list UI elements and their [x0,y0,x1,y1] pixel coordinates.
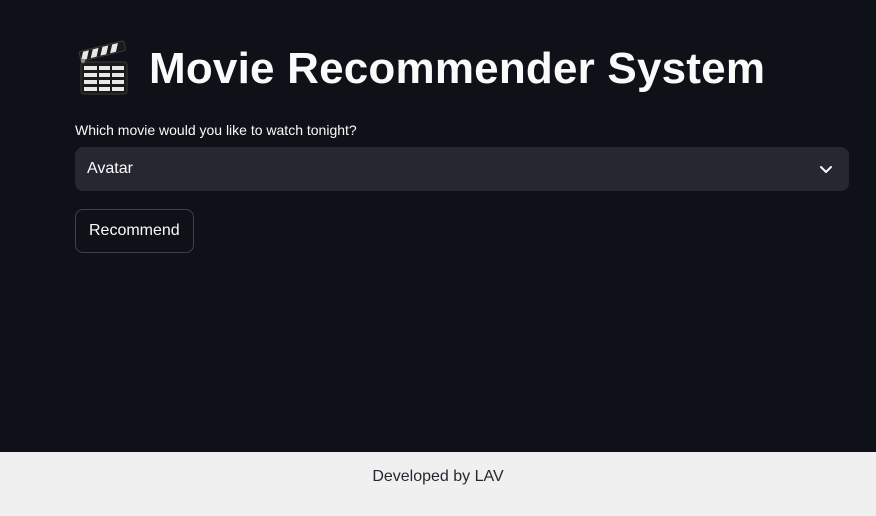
main-app: Movie Recommender System Which movie wou… [0,0,876,452]
footer: Developed by LAV [0,452,876,516]
footer-text: Developed by LAV [372,468,504,485]
movie-select-label: Which movie would you like to watch toni… [75,122,357,138]
clapper-board-icon [78,40,128,95]
recommend-button[interactable]: Recommend [75,209,194,253]
movie-select-value: Avatar [87,160,133,177]
page-header: Movie Recommender System [75,40,765,98]
movie-select[interactable]: Avatar [75,147,849,191]
page-title: Movie Recommender System [149,44,766,93]
chevron-down-icon[interactable] [818,161,834,177]
